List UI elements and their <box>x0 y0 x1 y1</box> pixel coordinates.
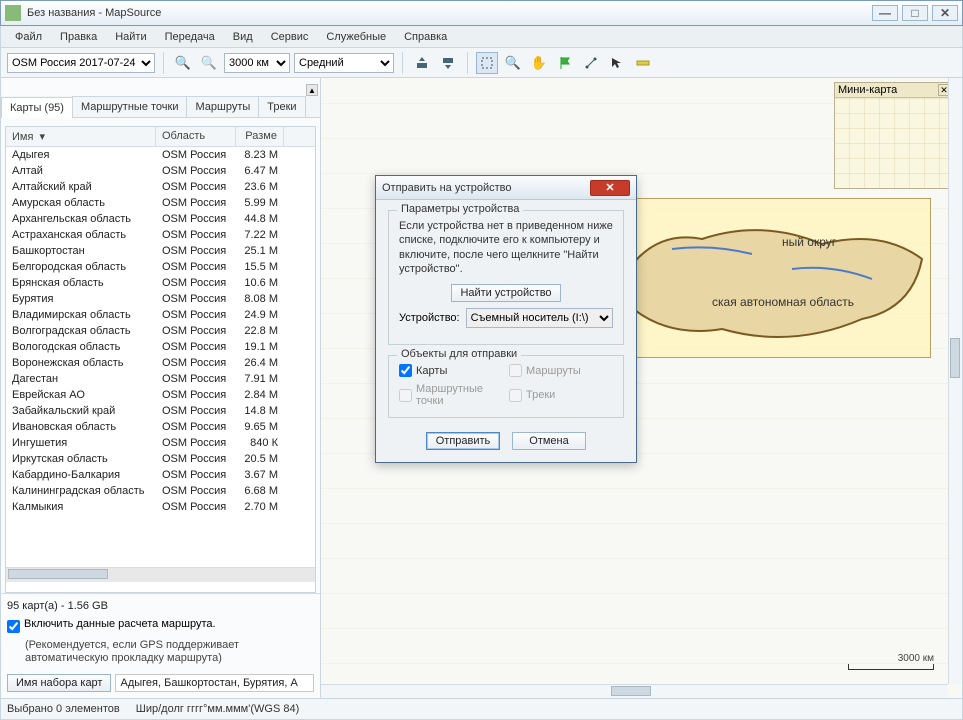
find-device-button[interactable]: Найти устройство <box>451 284 560 302</box>
send-objects-legend: Объекты для отправки <box>397 348 521 360</box>
device-params-group: Параметры устройства Если устройства нет… <box>388 210 624 345</box>
dialog-close-icon[interactable]: ✕ <box>590 180 630 196</box>
dialog-titlebar[interactable]: Отправить на устройство ✕ <box>376 176 636 200</box>
cancel-button[interactable]: Отмена <box>512 432 586 450</box>
send-button[interactable]: Отправить <box>426 432 500 450</box>
device-params-legend: Параметры устройства <box>397 203 523 215</box>
dialog-title: Отправить на устройство <box>382 182 590 194</box>
device-params-desc: Если устройства нет в приведенном ниже с… <box>399 219 613 276</box>
chk-maps[interactable]: Карты <box>399 364 503 377</box>
device-label: Устройство: <box>399 312 460 324</box>
send-to-device-dialog: Отправить на устройство ✕ Параметры устр… <box>375 175 637 463</box>
chk-waypoints: Маршрутные точки <box>399 383 503 407</box>
device-select[interactable]: Съемный носитель (I:\) <box>466 308 613 328</box>
chk-routes: Маршруты <box>509 364 613 377</box>
send-objects-group: Объекты для отправки Карты Маршруты Марш… <box>388 355 624 418</box>
chk-tracks: Треки <box>509 383 613 407</box>
